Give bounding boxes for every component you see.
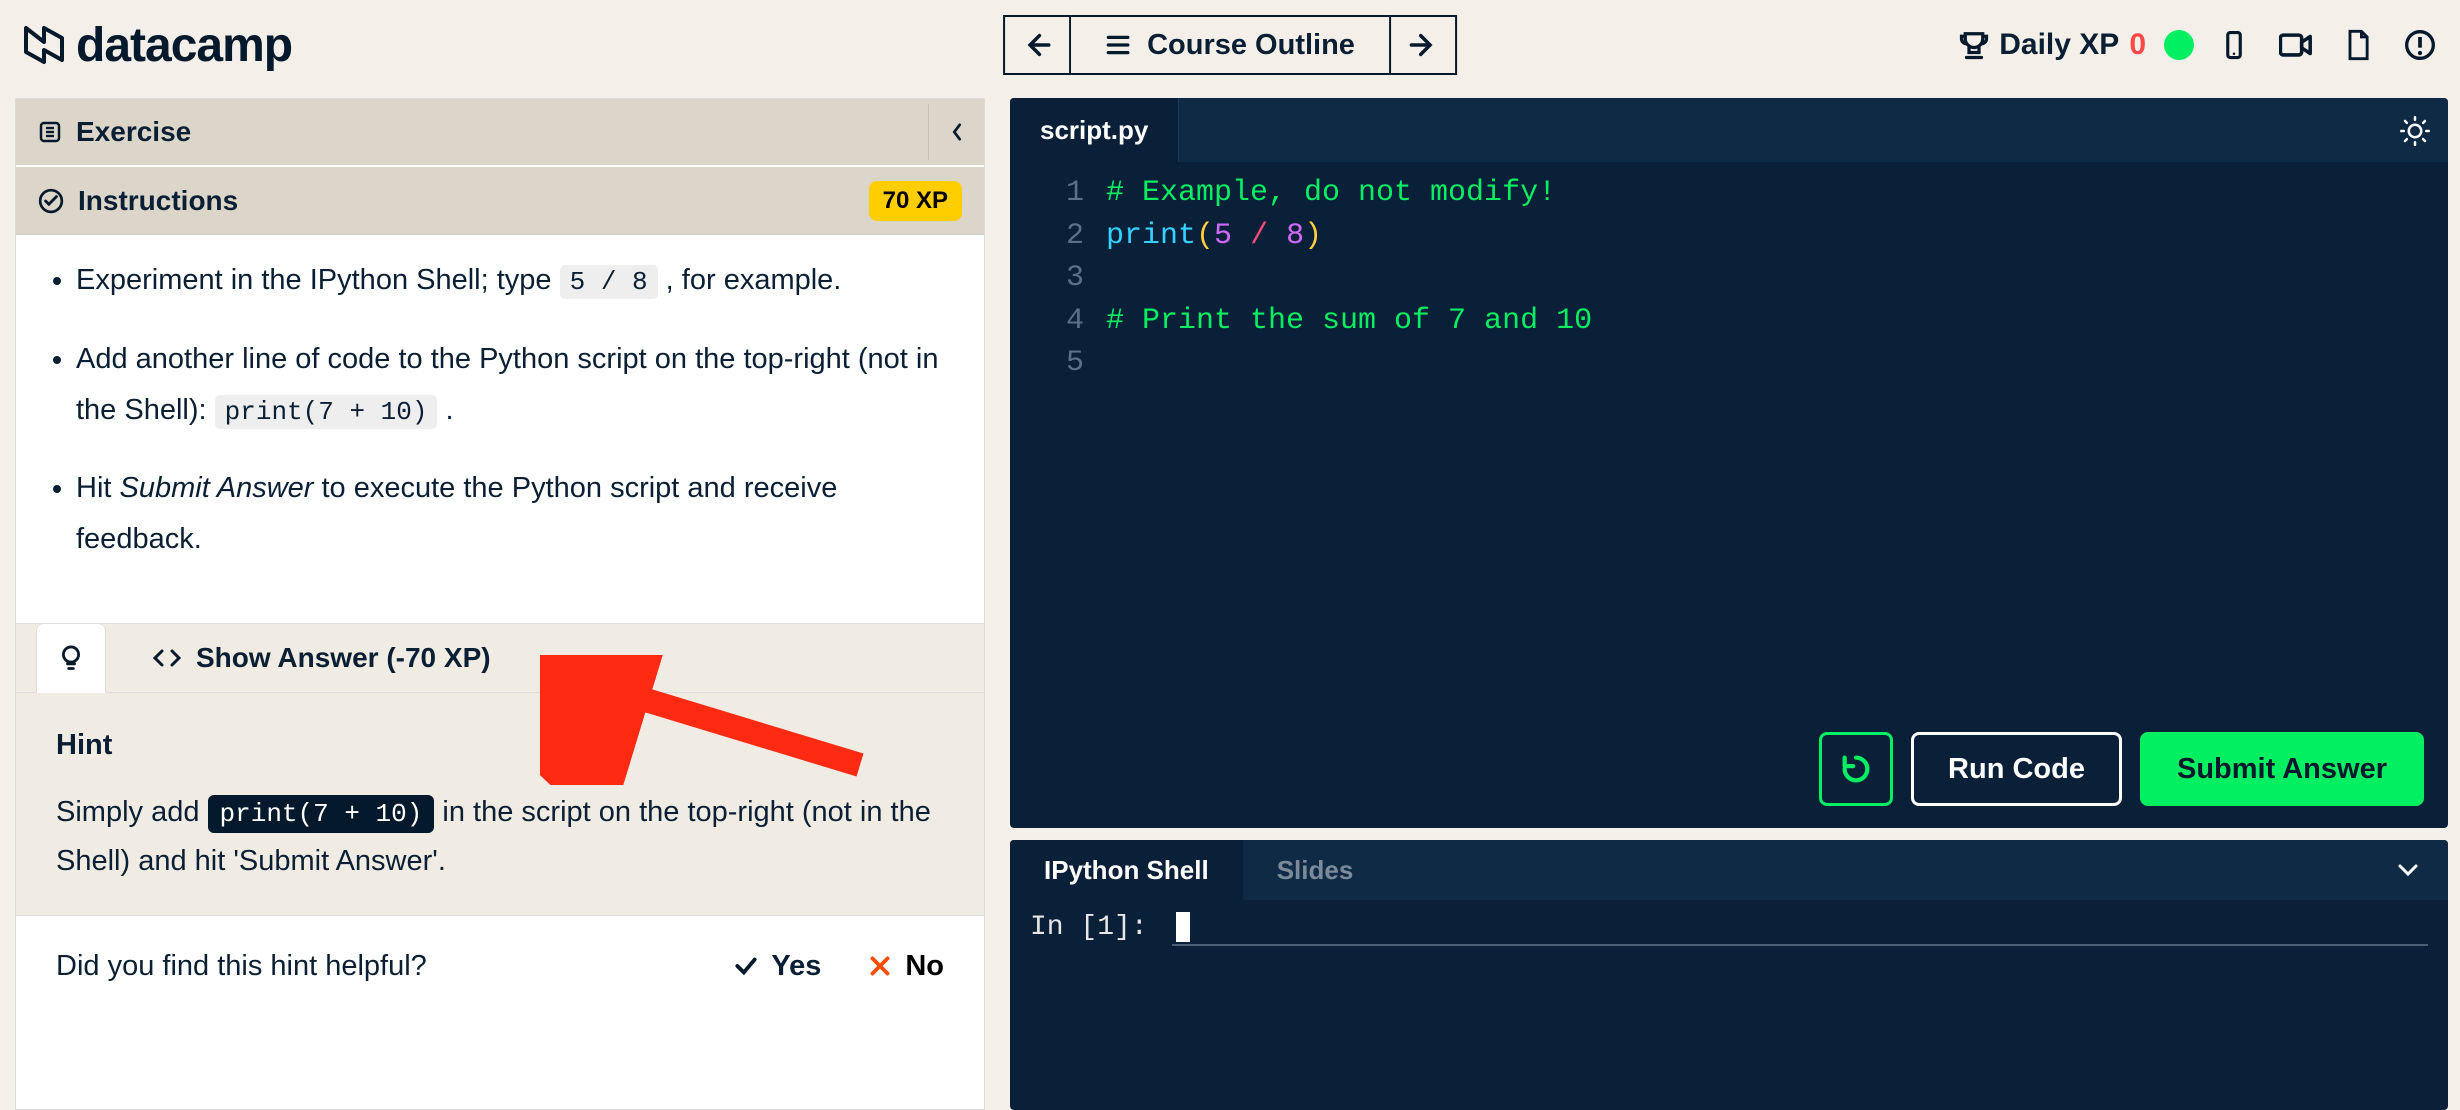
brand-logo[interactable]: datacamp: [20, 18, 292, 73]
daily-xp-value: 0: [2129, 28, 2146, 62]
show-answer-button[interactable]: Show Answer (-70 XP): [134, 623, 509, 693]
code-inline: print(7 + 10): [215, 395, 438, 429]
xp-badge: 70 XP: [869, 181, 962, 221]
shell-body[interactable]: In [1]:: [1010, 900, 2448, 1110]
shell-expand-button[interactable]: [2378, 840, 2438, 900]
top-bar: datacamp Course Outline Daily XP 0: [0, 0, 2460, 90]
status-online-icon: [2164, 30, 2194, 60]
next-exercise-button[interactable]: [1389, 15, 1457, 75]
run-code-button[interactable]: Run Code: [1911, 732, 2122, 806]
daily-xp-label: Daily XP: [1999, 28, 2119, 62]
list-icon: [38, 120, 62, 144]
feedback-no-button[interactable]: No: [867, 950, 944, 983]
sun-icon: [2400, 116, 2430, 146]
reset-code-button[interactable]: [1819, 732, 1893, 806]
run-bar: Run Code Submit Answer: [1819, 732, 2424, 806]
x-icon: [867, 953, 893, 979]
brand-name: datacamp: [76, 18, 292, 73]
hint-tabs: Show Answer (-70 XP): [16, 623, 984, 693]
arrow-right-icon: [1409, 31, 1437, 59]
code-icon: [152, 646, 182, 670]
lightbulb-icon: [57, 644, 85, 672]
show-answer-label: Show Answer (-70 XP): [196, 642, 491, 674]
mobile-icon[interactable]: [2212, 23, 2256, 67]
code-area[interactable]: 1 2 3 4 5 # Example, do not modify! prin…: [1010, 162, 2448, 395]
shell-tab-slides[interactable]: Slides: [1243, 840, 1388, 900]
hint-code: print(7 + 10): [208, 795, 435, 833]
arrow-left-icon: [1023, 31, 1051, 59]
instructions-body: Experiment in the IPython Shell; type 5 …: [16, 235, 984, 623]
hint-feedback: Did you find this hint helpful? Yes No: [16, 915, 984, 1017]
editor-tabbar: script.py: [1010, 98, 2448, 162]
collapse-exercise-button[interactable]: [928, 104, 984, 160]
instructions-title: Instructions: [78, 185, 238, 217]
menu-icon: [1105, 32, 1131, 58]
code-lines[interactable]: # Example, do not modify! print(5 / 8) #…: [1106, 172, 2448, 385]
trophy-icon: [1959, 30, 1989, 60]
check-circle-icon: [38, 188, 64, 214]
exercise-title: Exercise: [76, 116, 191, 148]
feedback-question: Did you find this hint helpful?: [56, 950, 427, 983]
editor-tab[interactable]: script.py: [1010, 98, 1179, 162]
reset-icon: [1839, 752, 1873, 786]
chevron-left-icon: [948, 123, 966, 141]
ipython-shell[interactable]: IPython Shell Slides In [1]:: [1010, 840, 2448, 1110]
course-outline-label: Course Outline: [1147, 29, 1355, 62]
document-icon[interactable]: [2336, 23, 2380, 67]
code-inline: 5 / 8: [560, 265, 658, 299]
topbar-right: Daily XP 0: [1959, 0, 2442, 90]
report-issue-icon[interactable]: [2398, 23, 2442, 67]
prev-exercise-button[interactable]: [1003, 15, 1071, 75]
theme-toggle-button[interactable]: [2396, 112, 2434, 150]
submit-answer-button[interactable]: Submit Answer: [2140, 732, 2424, 806]
left-panel: Exercise Instructions 70 XP Experiment i…: [15, 98, 985, 1110]
instructions-header[interactable]: Instructions 70 XP: [16, 167, 984, 235]
hint-title: Hint: [56, 721, 944, 770]
feedback-yes-button[interactable]: Yes: [733, 950, 821, 983]
daily-xp[interactable]: Daily XP 0: [1959, 28, 2146, 62]
hint-tab-button[interactable]: [36, 623, 106, 693]
editor-filename: script.py: [1040, 115, 1148, 146]
check-icon: [733, 953, 759, 979]
code-editor[interactable]: script.py 1 2 3 4 5 # Example, do not mo…: [1010, 98, 2448, 828]
line-gutter: 1 2 3 4 5: [1010, 172, 1106, 385]
exercise-header[interactable]: Exercise: [16, 99, 984, 167]
instruction-item: Add another line of code to the Python s…: [76, 334, 954, 436]
shell-tabbar: IPython Shell Slides: [1010, 840, 2448, 900]
shell-prompt: In [1]:: [1030, 912, 1164, 943]
instruction-item: Experiment in the IPython Shell; type 5 …: [76, 255, 954, 306]
instruction-item: Hit Submit Answer to execute the Python …: [76, 463, 954, 565]
shell-tab-ipython[interactable]: IPython Shell: [1010, 840, 1243, 900]
hint-body: Hint Simply add print(7 + 10) in the scr…: [16, 693, 984, 915]
shell-cursor: [1176, 912, 1190, 942]
right-panel: script.py 1 2 3 4 5 # Example, do not mo…: [1010, 98, 2448, 1110]
chevron-down-icon: [2398, 863, 2418, 877]
video-icon[interactable]: [2274, 23, 2318, 67]
datacamp-logo-icon: [20, 20, 70, 70]
course-nav: Course Outline: [1003, 15, 1457, 75]
course-outline-button[interactable]: Course Outline: [1071, 15, 1389, 75]
shell-input-line[interactable]: [1172, 912, 2428, 946]
